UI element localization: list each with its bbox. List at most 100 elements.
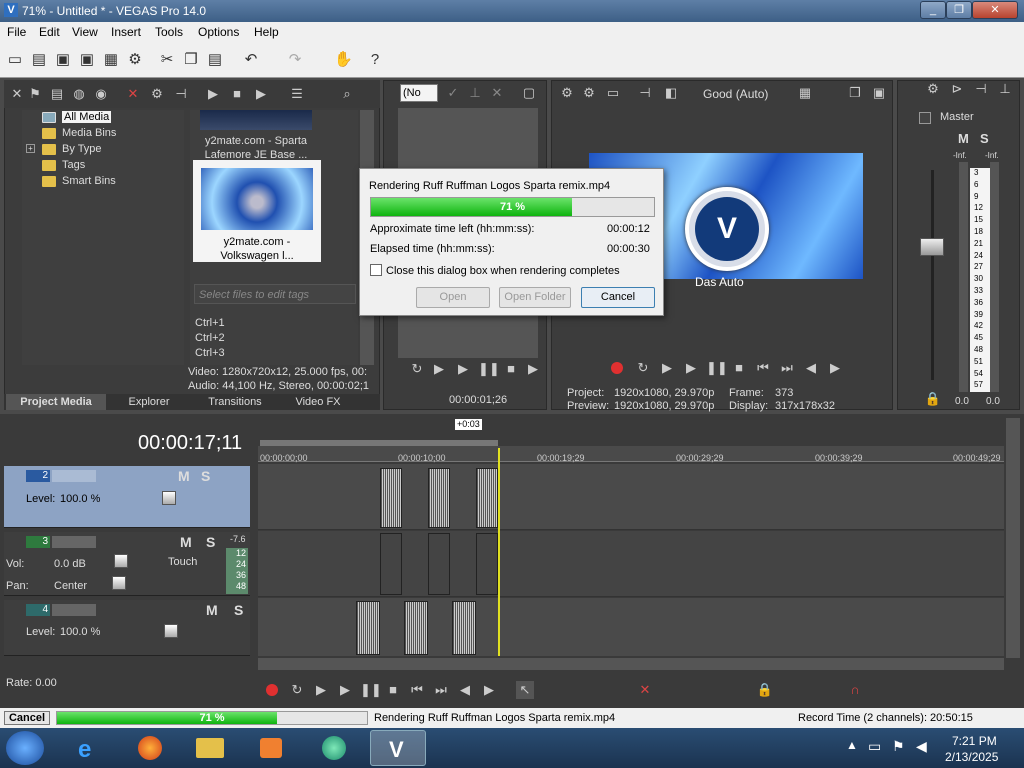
tray-arrow-icon[interactable]: ▲: [846, 738, 858, 752]
loop-playback-icon[interactable]: ↻: [634, 359, 652, 377]
delete-icon[interactable]: ✕: [636, 681, 654, 699]
help-icon[interactable]: ?: [366, 51, 384, 69]
overlays-icon[interactable]: ◧: [662, 84, 680, 102]
media-fx-icon[interactable]: ⚙: [148, 85, 166, 103]
tab-video-fx[interactable]: Video FX: [282, 394, 354, 410]
timeline-vertical-scrollbar[interactable]: [1006, 418, 1020, 658]
play-from-start-icon[interactable]: ▶: [658, 359, 676, 377]
split-screen-icon[interactable]: ⊣: [636, 84, 654, 102]
preview-stop-icon[interactable]: ■: [730, 359, 748, 377]
preview-play-icon[interactable]: ▶: [682, 359, 700, 377]
audio-clip[interactable]: [380, 533, 402, 595]
undo-icon[interactable]: ↶: [242, 51, 260, 69]
next-frame-icon[interactable]: ▶: [480, 681, 498, 699]
paste-icon[interactable]: ▤: [206, 51, 224, 69]
tab-project-media[interactable]: Project Media: [6, 394, 106, 410]
lock-icon[interactable]: 🔒: [924, 390, 942, 408]
play-from-start-icon[interactable]: ▶: [312, 681, 330, 699]
video-clip[interactable]: [428, 468, 450, 528]
track-lane-3[interactable]: [258, 531, 1004, 597]
copy-trim-icon[interactable]: ▢: [520, 84, 538, 102]
tree-tags[interactable]: Tags: [62, 159, 85, 171]
menu-file[interactable]: File: [7, 25, 26, 39]
video-clip[interactable]: [380, 468, 402, 528]
search-icon[interactable]: ⌕: [338, 85, 356, 103]
explorer-folder-icon[interactable]: [182, 730, 238, 766]
plugin-icon[interactable]: ✋: [334, 51, 353, 69]
copy-icon[interactable]: ❐: [182, 51, 200, 69]
play-icon[interactable]: ▶: [204, 85, 222, 103]
thumb-sparta[interactable]: [200, 110, 312, 130]
tab-transitions[interactable]: Transitions: [190, 394, 280, 410]
trim-play-icon[interactable]: ▶: [454, 360, 472, 378]
media-center-icon[interactable]: [306, 730, 362, 766]
snap-icon[interactable]: ∩: [846, 681, 864, 699]
master-fader-handle[interactable]: [920, 238, 944, 256]
pan-slider[interactable]: [112, 576, 126, 590]
tree-by-type[interactable]: By Type: [62, 143, 102, 155]
save-snapshot-icon[interactable]: ▣: [870, 84, 888, 102]
time-ruler[interactable]: [258, 446, 1004, 462]
track-mute[interactable]: M: [178, 468, 190, 484]
stop-icon[interactable]: ■: [228, 85, 246, 103]
record-icon[interactable]: [266, 684, 278, 696]
level-slider[interactable]: [162, 491, 176, 505]
grid-icon[interactable]: ▦: [796, 84, 814, 102]
play-from-start-icon[interactable]: ▶: [430, 360, 448, 378]
save-icon[interactable]: ▣: [54, 51, 72, 69]
pause-icon[interactable]: ❚❚: [360, 681, 382, 699]
go-to-start-icon[interactable]: ⏮: [408, 681, 426, 699]
faders-icon[interactable]: ⊥: [996, 80, 1014, 98]
track-solo[interactable]: S: [206, 534, 215, 550]
lock-envelope-icon[interactable]: 🔒: [756, 681, 774, 699]
firefox-icon[interactable]: [122, 730, 178, 766]
tag-input[interactable]: Select files to edit tags: [194, 284, 356, 304]
close-button[interactable]: ✕: [972, 1, 1018, 19]
back-icon[interactable]: ✕: [8, 85, 26, 103]
loop-icon[interactable]: ↻: [408, 360, 426, 378]
get-media-icon[interactable]: ◍: [70, 85, 88, 103]
trim-pause-icon[interactable]: ❚❚: [478, 360, 500, 378]
master-mute[interactable]: M: [958, 131, 969, 146]
pin-icon[interactable]: ⊥: [466, 84, 484, 102]
record-icon[interactable]: [611, 362, 623, 374]
restore-button[interactable]: ❐: [946, 1, 972, 19]
prev-frame-icon[interactable]: ◀: [456, 681, 474, 699]
start-button[interactable]: [6, 731, 44, 765]
tree-smart-bins[interactable]: Smart Bins: [62, 175, 116, 187]
track-lane-2[interactable]: [258, 464, 1004, 530]
track-solo[interactable]: S: [234, 602, 243, 618]
abc-icon[interactable]: ✓: [444, 84, 462, 102]
audio-clip[interactable]: [428, 533, 450, 595]
master-solo[interactable]: S: [980, 131, 989, 146]
track-mute[interactable]: M: [206, 602, 218, 618]
master-fx-icon[interactable]: ⊳: [948, 80, 966, 98]
remove-icon[interactable]: ✕: [124, 85, 142, 103]
action-center-icon[interactable]: ⚑: [892, 738, 905, 755]
auto-preview-icon[interactable]: ▶: [252, 85, 270, 103]
master-toggle[interactable]: [919, 112, 931, 124]
track-mute[interactable]: M: [180, 534, 192, 550]
cancel-button[interactable]: Cancel: [581, 287, 655, 308]
trim-stop-icon[interactable]: ■: [502, 360, 520, 378]
clear-icon[interactable]: ✕: [488, 84, 506, 102]
open-icon[interactable]: ▤: [30, 51, 48, 69]
vol-slider[interactable]: [114, 554, 128, 568]
menu-view[interactable]: View: [72, 25, 98, 39]
copy-snapshot-icon[interactable]: ❐: [846, 84, 864, 102]
automation-mode[interactable]: Touch: [168, 556, 197, 568]
prev-frame-icon[interactable]: ◀: [802, 359, 820, 377]
video-clip[interactable]: [356, 601, 380, 655]
track-name-field[interactable]: [52, 536, 96, 548]
tree-all-media[interactable]: All Media: [62, 111, 112, 123]
video-clip[interactable]: [476, 468, 498, 528]
render-icon[interactable]: ▦: [102, 51, 120, 69]
track-name-field[interactable]: [52, 470, 96, 482]
track-header-2[interactable]: 2 M S Level: 100.0 %: [4, 466, 250, 528]
go-to-start-icon[interactable]: ⏮: [754, 359, 772, 377]
vegas-taskbar-icon[interactable]: V: [370, 730, 426, 766]
playhead[interactable]: [498, 448, 500, 656]
video-clip[interactable]: [404, 601, 428, 655]
quality-select[interactable]: Good (Auto): [703, 87, 768, 101]
go-to-end-icon[interactable]: ⏭: [778, 359, 796, 377]
